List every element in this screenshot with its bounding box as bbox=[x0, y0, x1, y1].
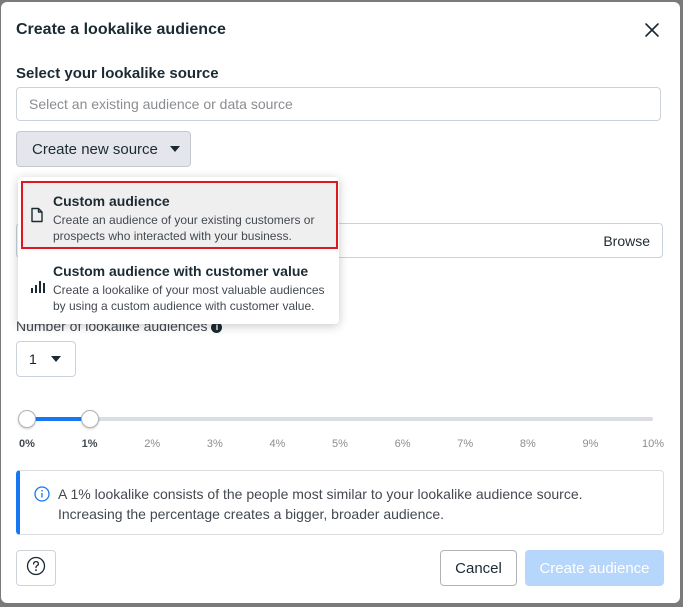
document-icon bbox=[30, 207, 44, 228]
lookalike-dialog: Create a lookalike audience Select your … bbox=[1, 2, 680, 603]
info-text: A 1% lookalike consists of the people mo… bbox=[58, 486, 583, 522]
slider-tick-label: 0% bbox=[19, 438, 35, 450]
source-label: Select your lookalike source bbox=[16, 65, 219, 82]
cancel-button[interactable]: Cancel bbox=[440, 550, 517, 586]
source-input[interactable] bbox=[16, 87, 661, 121]
menu-item-description: Create an audience of your existing cust… bbox=[53, 213, 315, 243]
menu-item-description: Create a lookalike of your most valuable… bbox=[53, 283, 325, 313]
slider-tick-label: 8% bbox=[519, 438, 536, 450]
slider-tick-label: 9% bbox=[582, 438, 599, 450]
caret-down-icon bbox=[50, 356, 61, 362]
audiences-value: 1 bbox=[29, 351, 37, 367]
slider-end-handle[interactable] bbox=[80, 410, 99, 428]
create-source-menu: Custom audience Create an audience of yo… bbox=[18, 177, 339, 324]
create-audience-button[interactable]: Create audience bbox=[525, 550, 664, 586]
slider-tick-label: 1% bbox=[81, 438, 98, 450]
slider-tick-label: 10% bbox=[641, 438, 665, 450]
create-new-source-button[interactable]: Create new source bbox=[16, 131, 191, 167]
help-icon bbox=[26, 556, 46, 581]
close-icon[interactable] bbox=[641, 19, 663, 41]
info-circle-icon bbox=[34, 486, 50, 507]
audiences-select[interactable]: 1 bbox=[16, 341, 76, 377]
slider-track[interactable] bbox=[27, 417, 653, 421]
slider-tick-label: 4% bbox=[269, 438, 286, 450]
menu-item-custom-audience[interactable]: Custom audience Create an audience of yo… bbox=[18, 180, 339, 250]
menu-item-title: Custom audience with customer value bbox=[53, 263, 309, 279]
slider-tick-label: 2% bbox=[144, 438, 161, 450]
info-box: A 1% lookalike consists of the people mo… bbox=[16, 470, 664, 535]
slider-tick-label: 6% bbox=[394, 438, 411, 450]
dialog-title: Create a lookalike audience bbox=[16, 21, 226, 38]
create-new-source-label: Create new source bbox=[32, 140, 158, 158]
slider-start-handle[interactable] bbox=[18, 410, 36, 428]
bar-chart-icon bbox=[30, 278, 46, 299]
menu-item-custom-audience-value[interactable]: Custom audience with customer value Crea… bbox=[18, 254, 339, 320]
slider-tick-label: 7% bbox=[457, 438, 474, 450]
browse-button[interactable]: Browse bbox=[603, 233, 650, 249]
menu-item-title: Custom audience bbox=[53, 193, 170, 209]
help-button[interactable] bbox=[16, 550, 56, 586]
slider-tick-label: 5% bbox=[332, 438, 348, 450]
caret-down-icon bbox=[169, 146, 180, 152]
slider-tick-label: 3% bbox=[206, 438, 223, 450]
